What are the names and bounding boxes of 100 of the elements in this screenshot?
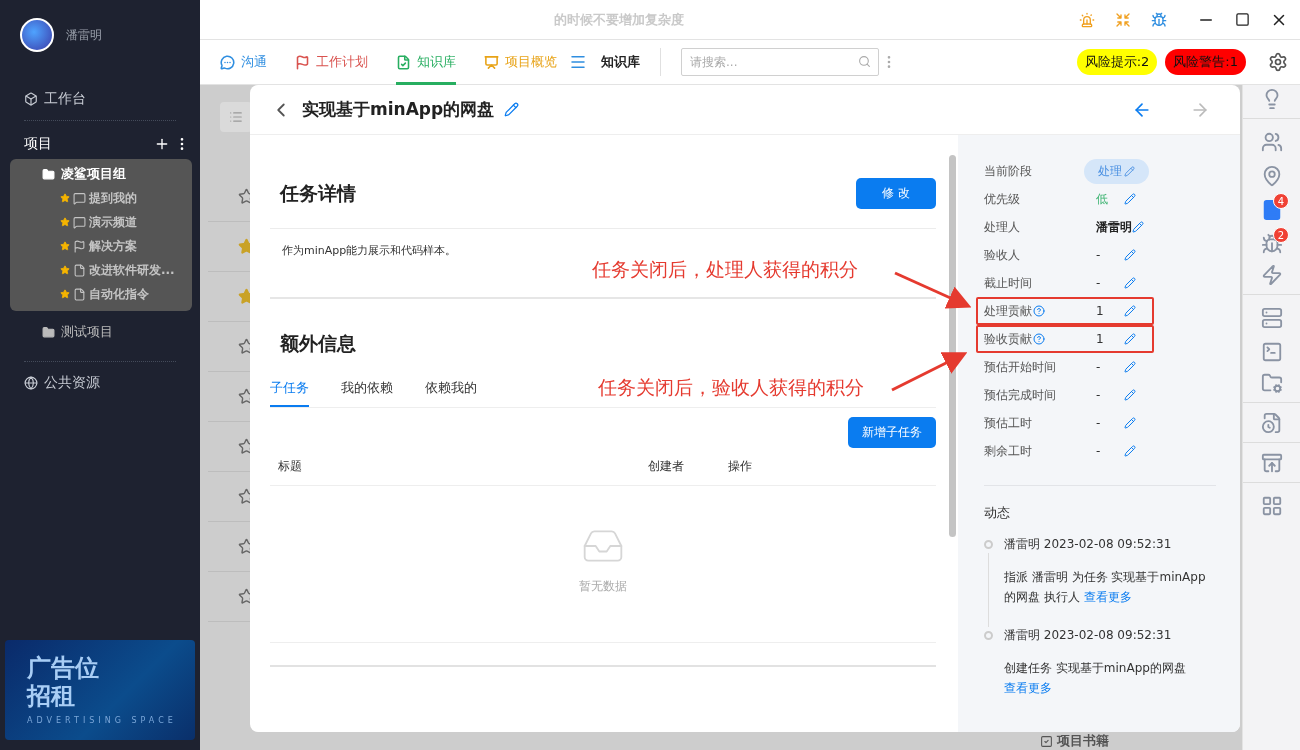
edit-icon[interactable] — [1124, 333, 1136, 345]
tree-item[interactable]: 演示频道 — [10, 210, 192, 234]
user-name: 潘雷明 — [66, 26, 102, 44]
timeline-dot — [984, 631, 993, 640]
toolbar-icon — [1260, 307, 1283, 329]
avatar[interactable] — [20, 18, 54, 52]
menu-icon[interactable] — [569, 53, 587, 71]
field-label: 当前阶段 — [984, 163, 1033, 180]
alarm-icon[interactable] — [1079, 11, 1095, 28]
more-link[interactable]: 查看更多 — [1083, 590, 1132, 604]
project-item[interactable]: 凌鲨项目组 — [10, 162, 192, 186]
task-description: 作为minApp能力展示和代码样本。 — [282, 244, 457, 257]
field-label: 预估开始时间 — [984, 358, 1057, 376]
toolbar-icon — [1260, 233, 1283, 255]
field-value: 低 — [1096, 190, 1109, 208]
maximize-icon[interactable] — [1235, 12, 1250, 27]
folder-icon — [42, 325, 55, 339]
globe-icon — [24, 376, 38, 390]
cube-icon — [24, 92, 38, 106]
help-icon[interactable] — [1033, 333, 1045, 345]
star-icon[interactable] — [60, 217, 70, 227]
star-icon[interactable] — [60, 193, 70, 203]
field-value: 潘雷明 — [1096, 218, 1132, 236]
nav-tab[interactable]: 沟通 — [220, 39, 267, 85]
sidebar-item[interactable]: 项目 — [24, 135, 52, 153]
edit-icon[interactable] — [1132, 221, 1144, 233]
edit-icon[interactable] — [1124, 389, 1136, 401]
tree-item[interactable]: 提到我的 — [10, 186, 192, 210]
edit-icon[interactable] — [1124, 445, 1136, 457]
field-value: - — [1096, 248, 1102, 262]
search-field[interactable]: 请搜索... — [681, 48, 879, 76]
toolbar-icon — [1260, 263, 1283, 286]
toolbar-icon — [1260, 371, 1283, 394]
field-label: 预估完成时间 — [984, 386, 1057, 404]
section-heading: 动态 — [984, 504, 1011, 522]
column-header: 操作 — [728, 458, 753, 475]
scrollbar[interactable] — [949, 155, 956, 537]
toolbar-button[interactable]: 4 — [1243, 193, 1300, 227]
tab[interactable]: 依赖我的 — [425, 379, 477, 407]
current-section: 知识库 — [591, 48, 661, 76]
settings-icon[interactable] — [1268, 52, 1288, 72]
risk-badge[interactable]: 风险警告:1 — [1165, 49, 1246, 75]
sidebar-item[interactable]: 公共资源 — [0, 374, 200, 392]
event-text: 创建任务 实现基于minApp的网盘 查看更多 — [1004, 660, 1187, 697]
tree-item[interactable]: 解决方案 — [10, 234, 192, 258]
edit-icon[interactable] — [1124, 417, 1136, 429]
toolbar-icon — [1260, 451, 1283, 474]
bug-icon[interactable] — [1151, 11, 1167, 28]
list-icon — [229, 110, 243, 124]
edit-icon[interactable] — [1124, 361, 1136, 373]
add-icon[interactable] — [154, 136, 170, 152]
field-value: - — [1096, 444, 1102, 458]
edit-icon[interactable] — [1124, 305, 1136, 317]
edit-icon[interactable] — [1124, 193, 1136, 205]
tree-item[interactable]: 改进软件研发... — [10, 258, 192, 282]
ad-title: 招租 — [27, 682, 76, 710]
edit-icon[interactable] — [504, 102, 520, 117]
toolbar-button[interactable]: 2 — [1243, 227, 1300, 261]
list-item: 项目书籍 — [1057, 732, 1109, 750]
help-icon[interactable] — [1033, 305, 1045, 317]
timeline-dot — [984, 540, 993, 549]
sidebar-item[interactable]: 工作台 — [0, 90, 200, 108]
star-icon[interactable] — [60, 265, 70, 275]
field-label: 验收人 — [984, 246, 1021, 264]
channel-icon — [73, 215, 86, 229]
field-value: 1 — [1096, 332, 1105, 346]
more-link[interactable]: 查看更多 — [1004, 681, 1052, 695]
star-icon[interactable] — [60, 289, 70, 299]
field-value: - — [1096, 276, 1102, 290]
ad-banner[interactable]: 广告位 招租 ADVERTISING SPACE — [5, 640, 195, 740]
add-subtask-button[interactable]: 新增子任务 — [848, 417, 936, 448]
count-badge: 4 — [1273, 193, 1289, 209]
column-header: 创建者 — [648, 458, 685, 475]
edit-icon — [1124, 166, 1135, 177]
risk-badge[interactable]: 风险提示:2 — [1076, 49, 1158, 75]
field-value: - — [1096, 416, 1102, 430]
project-item[interactable]: 测试项目 — [10, 320, 192, 344]
tab[interactable]: 我的依赖 — [341, 379, 393, 407]
stage-tag[interactable]: 处理 — [1084, 159, 1149, 184]
edit-button[interactable]: 修 改 — [856, 178, 936, 209]
field-label: 验收贡献 — [984, 330, 1096, 348]
section-heading: 任务详情 — [280, 180, 356, 206]
folder-icon — [42, 167, 55, 181]
search-icon — [858, 55, 871, 68]
edit-icon[interactable] — [1124, 277, 1136, 289]
dialog-title: 实现基于minApp的网盘 — [302, 98, 495, 121]
star-icon[interactable] — [60, 241, 70, 251]
tab[interactable]: 子任务 — [270, 379, 309, 407]
indent-button[interactable] — [220, 102, 252, 132]
edit-icon[interactable] — [1124, 249, 1136, 261]
toolbar-icon — [1260, 411, 1283, 434]
event-text: 指派 潘雷明 为任务 实现基于minApp的网盘 执行人 查看更多 — [1004, 569, 1207, 606]
count-badge: 2 — [1273, 227, 1289, 243]
field-value: 1 — [1096, 304, 1105, 318]
field-value: - — [1096, 388, 1102, 402]
nav-tab[interactable]: 工作计划 — [295, 39, 368, 85]
ad-title: 广告位 — [27, 654, 100, 682]
nav-tab[interactable]: 项目概览 — [484, 39, 557, 85]
shrink-icon[interactable] — [1115, 11, 1131, 28]
tree-item[interactable]: 自动化指令 — [10, 282, 192, 306]
